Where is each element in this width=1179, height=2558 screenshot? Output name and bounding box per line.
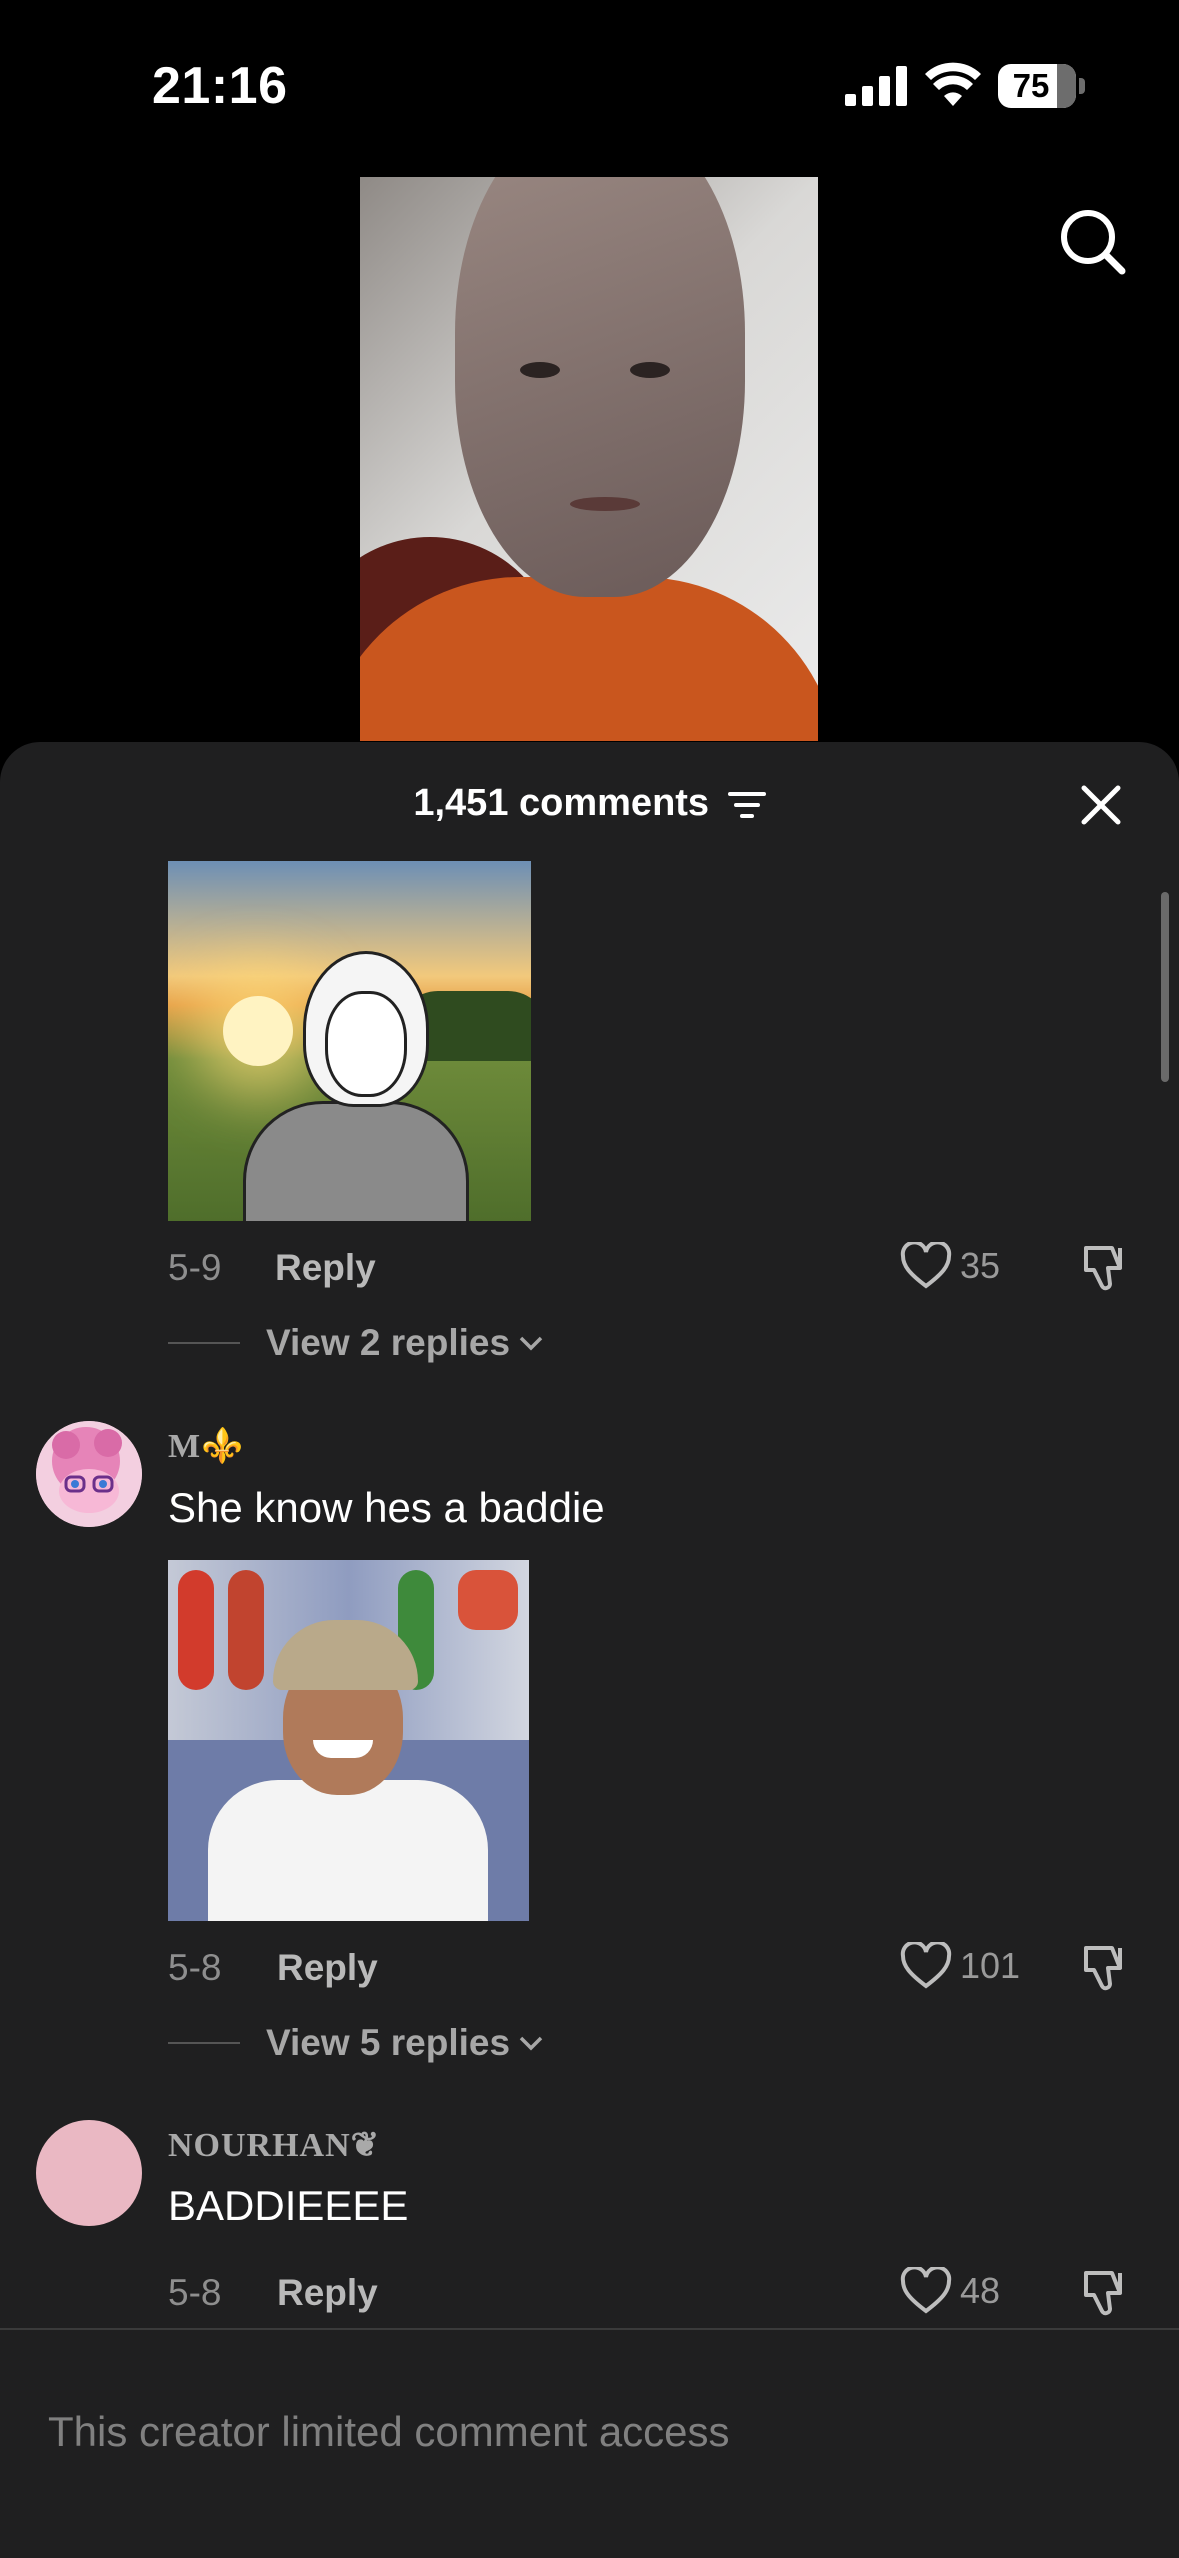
comments-header: 1,451 comments: [0, 742, 1179, 862]
comment-3-like-button[interactable]: 48: [900, 2267, 1000, 2315]
wifi-icon: [925, 62, 981, 106]
figure-face: [325, 991, 407, 1097]
chevron-down-icon: [519, 1336, 543, 1351]
scrollbar[interactable]: [1161, 892, 1169, 1082]
status-time: 21:16: [152, 57, 288, 115]
battery-level: 75: [1012, 67, 1050, 104]
limited-comment-notice: This creator limited comment access: [48, 2408, 730, 2455]
comment-count-label: 1,451 comments: [413, 782, 710, 824]
status-bar: 21:16 75: [0, 0, 1179, 170]
figure-body: [243, 1101, 469, 1221]
comment-2-like-count: 101: [960, 1945, 1021, 1986]
search-icon[interactable]: [1058, 207, 1128, 277]
video-preview[interactable]: [360, 177, 818, 741]
comment-3-reply-button[interactable]: Reply: [277, 2272, 378, 2314]
close-icon[interactable]: [1080, 784, 1122, 826]
comments-sheet: 1,451 comments 5-9 Reply 35 View 2 repli…: [0, 742, 1179, 2556]
video-shirt: [360, 577, 818, 741]
comment-2-reply-button[interactable]: Reply: [277, 1947, 378, 1989]
comment-3-text: BADDIEEEE: [168, 2182, 409, 2229]
battery-tip: [1079, 78, 1085, 94]
comment-1-reply-button[interactable]: Reply: [275, 1247, 376, 1289]
image-person-shirt: [208, 1780, 488, 1921]
comment-1-like-count: 35: [960, 1245, 1001, 1286]
comment-2-image[interactable]: [168, 1560, 529, 1921]
comment-3-dislike-icon[interactable]: [1080, 2267, 1132, 2319]
video-mouth: [570, 497, 640, 511]
sort-filter-icon[interactable]: [727, 790, 766, 820]
comment-1-image[interactable]: [168, 861, 531, 1221]
heart-icon: [900, 1942, 952, 1989]
replies-divider: [168, 1342, 240, 1344]
video-eye-left: [520, 362, 560, 378]
cellular-signal-icon: [845, 66, 907, 106]
heart-icon: [900, 2267, 952, 2314]
comment-2-dislike-icon[interactable]: [1080, 1942, 1132, 1994]
view-replies-label: View 2 replies: [266, 1322, 511, 1363]
heart-icon: [900, 1242, 952, 1289]
comment-2-like-button[interactable]: 101: [900, 1942, 1020, 1990]
comment-3-date: 5-8: [168, 2272, 222, 2313]
avatar-pony-image: [36, 1421, 142, 1527]
comment-1-like-button[interactable]: 35: [900, 1242, 1000, 1290]
image-skateboard-2: [228, 1570, 264, 1690]
comment-3-like-count: 48: [960, 2270, 1001, 2311]
replies-divider: [168, 2042, 240, 2044]
comment-2-text: She know hes a baddie: [168, 1484, 605, 1531]
comment-1-date: 5-9: [168, 1247, 222, 1288]
video-eye-right: [630, 362, 670, 378]
comment-3-avatar[interactable]: [36, 2120, 142, 2226]
comment-2-date: 5-8: [168, 1947, 222, 1988]
comment-2-avatar[interactable]: [36, 1421, 142, 1527]
comment-input-bar: This creator limited comment access: [0, 2328, 1179, 2558]
image-anime-figure: [243, 951, 469, 1221]
battery-icon: 75: [998, 64, 1076, 108]
comment-count[interactable]: 1,451 comments: [0, 782, 1179, 825]
image-skateboard-1: [178, 1570, 214, 1690]
comment-2-username[interactable]: M⚜️: [168, 1426, 244, 1466]
comment-1-view-replies[interactable]: View 2 replies: [168, 1322, 544, 1364]
comment-2-view-replies[interactable]: View 5 replies: [168, 2022, 544, 2064]
video-head: [455, 177, 745, 597]
chevron-down-icon: [519, 2036, 543, 2051]
image-skateboard-4: [458, 1570, 518, 1630]
comment-3-username[interactable]: NOURHAN❦: [168, 2125, 380, 2165]
view-replies-label: View 5 replies: [266, 2022, 511, 2063]
image-person-smile: [313, 1740, 373, 1758]
comment-1-dislike-icon[interactable]: [1080, 1242, 1132, 1294]
